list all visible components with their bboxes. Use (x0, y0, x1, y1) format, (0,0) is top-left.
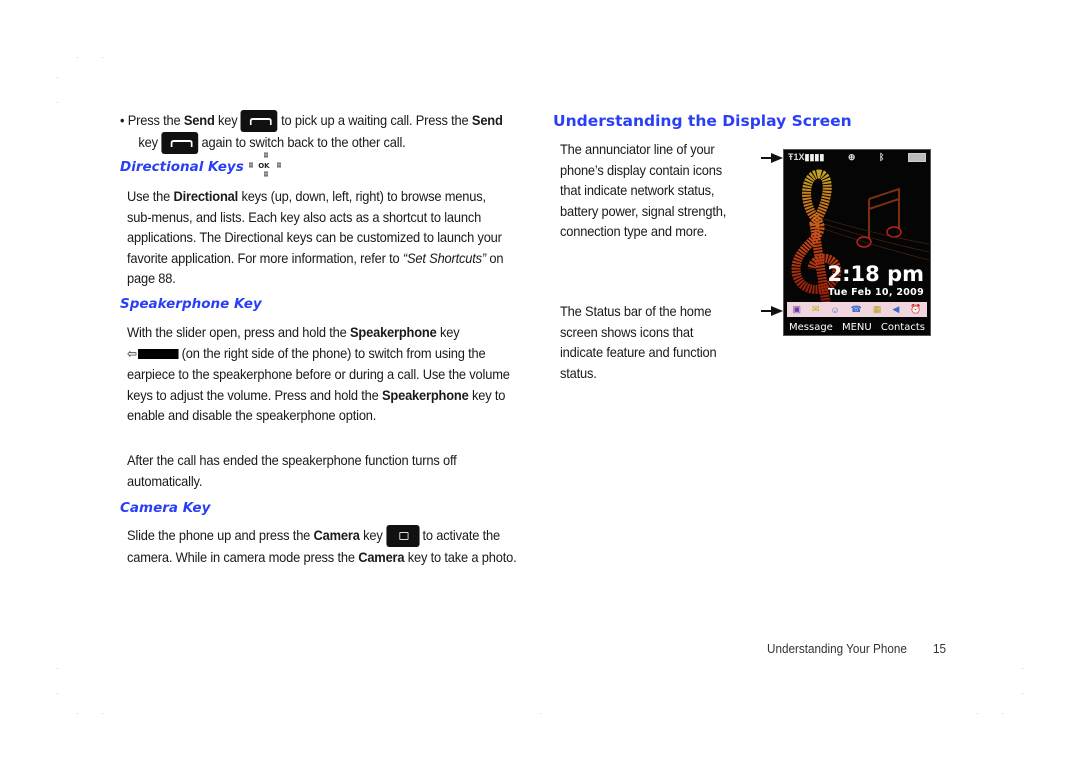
speaker-icon: ◀ (892, 304, 900, 314)
status-bar-paragraph: The Status bar of the home screen shows … (560, 303, 717, 381)
clock-date: Tue Feb 10, 2009 (828, 287, 924, 298)
crop-mark (977, 713, 978, 714)
contacts-icon: ☺ (830, 304, 840, 315)
crop-mark (77, 713, 78, 714)
footer-section-title: Understanding Your Phone (767, 641, 907, 656)
phone-display-screenshot: Ŧ1X▮▮▮▮ ⊕ ᛒ 2:18 pm Tue Feb 10, 2009 ▣ ✉… (783, 149, 931, 336)
camera-key-paragraph: Slide the phone up and press the Camera … (127, 525, 517, 566)
crop-mark (1002, 713, 1003, 714)
camera-key-icon (386, 525, 420, 548)
call-icon: ☎ (850, 304, 862, 314)
send-key-icon (161, 132, 199, 155)
crop-mark (540, 713, 541, 714)
softkey-menu: MENU (841, 321, 872, 333)
alarm-icon: ⏰ (910, 304, 922, 314)
crop-mark (57, 102, 58, 103)
annunciator-line: Ŧ1X▮▮▮▮ ⊕ ᛒ (784, 150, 930, 164)
camera-key-heading: Camera Key (120, 500, 211, 516)
speakerphone-auto-off-paragraph: After the call has ended the speakerphon… (127, 452, 457, 489)
crop-mark (1022, 668, 1023, 669)
bluetooth-icon: ᛒ (879, 152, 885, 162)
network-1x-icon: 1X (793, 151, 805, 162)
set-shortcuts-reference[interactable]: “Set Shortcuts” (403, 250, 486, 266)
bullet-mark: • (120, 112, 125, 128)
crop-mark (57, 693, 58, 694)
message-icon: ✉ (811, 304, 820, 314)
crop-mark (102, 713, 103, 714)
crop-mark (102, 57, 103, 58)
softkey-contacts: Contacts (880, 321, 925, 333)
speakerphone-key-icon: ⇦ (127, 344, 179, 365)
crop-mark (57, 668, 58, 669)
battery-icon (907, 152, 926, 162)
location-icon: ⊕ (847, 151, 856, 162)
annunciator-arrow-icon (761, 153, 783, 163)
speakerphone-key-heading: Speakerphone Key (120, 296, 262, 312)
display-screen-heading: Understanding the Display Screen (553, 112, 852, 130)
speakerphone-paragraph: With the slider open, press and hold the… (127, 324, 510, 424)
directional-keys-paragraph: Use the Directional keys (up, down, left… (127, 188, 504, 286)
calendar-icon: ▦ (872, 304, 882, 314)
crop-mark (77, 57, 78, 58)
crop-mark (1022, 693, 1023, 694)
directional-keys-icon: ⠿ ⠿ OK ⠿ ⠿ (248, 152, 282, 179)
crop-mark (57, 77, 58, 78)
softkey-message: Message (789, 321, 833, 333)
vibrate-icon: ▣ (792, 304, 801, 314)
status-bar: ▣ ✉ ☺ ☎ ▦ ◀ ⏰ (787, 302, 927, 317)
footer-page-number: 15 (933, 641, 947, 656)
softkey-bar: Message MENU Contacts (784, 319, 930, 335)
status-bar-arrow-icon (761, 306, 783, 316)
send-key-bullet: • Press the Send key to pick up a waitin… (120, 110, 516, 155)
directional-keys-heading: Directional Keys ⠿ ⠿ OK ⠿ ⠿ (120, 152, 284, 180)
signal-bars-icon: ▮▮▮▮ (804, 151, 825, 162)
send-key-icon (240, 110, 278, 133)
annunciator-paragraph: The annunciator line of your phone’s dis… (560, 141, 727, 239)
clock-time: 2:18 pm (827, 262, 924, 286)
